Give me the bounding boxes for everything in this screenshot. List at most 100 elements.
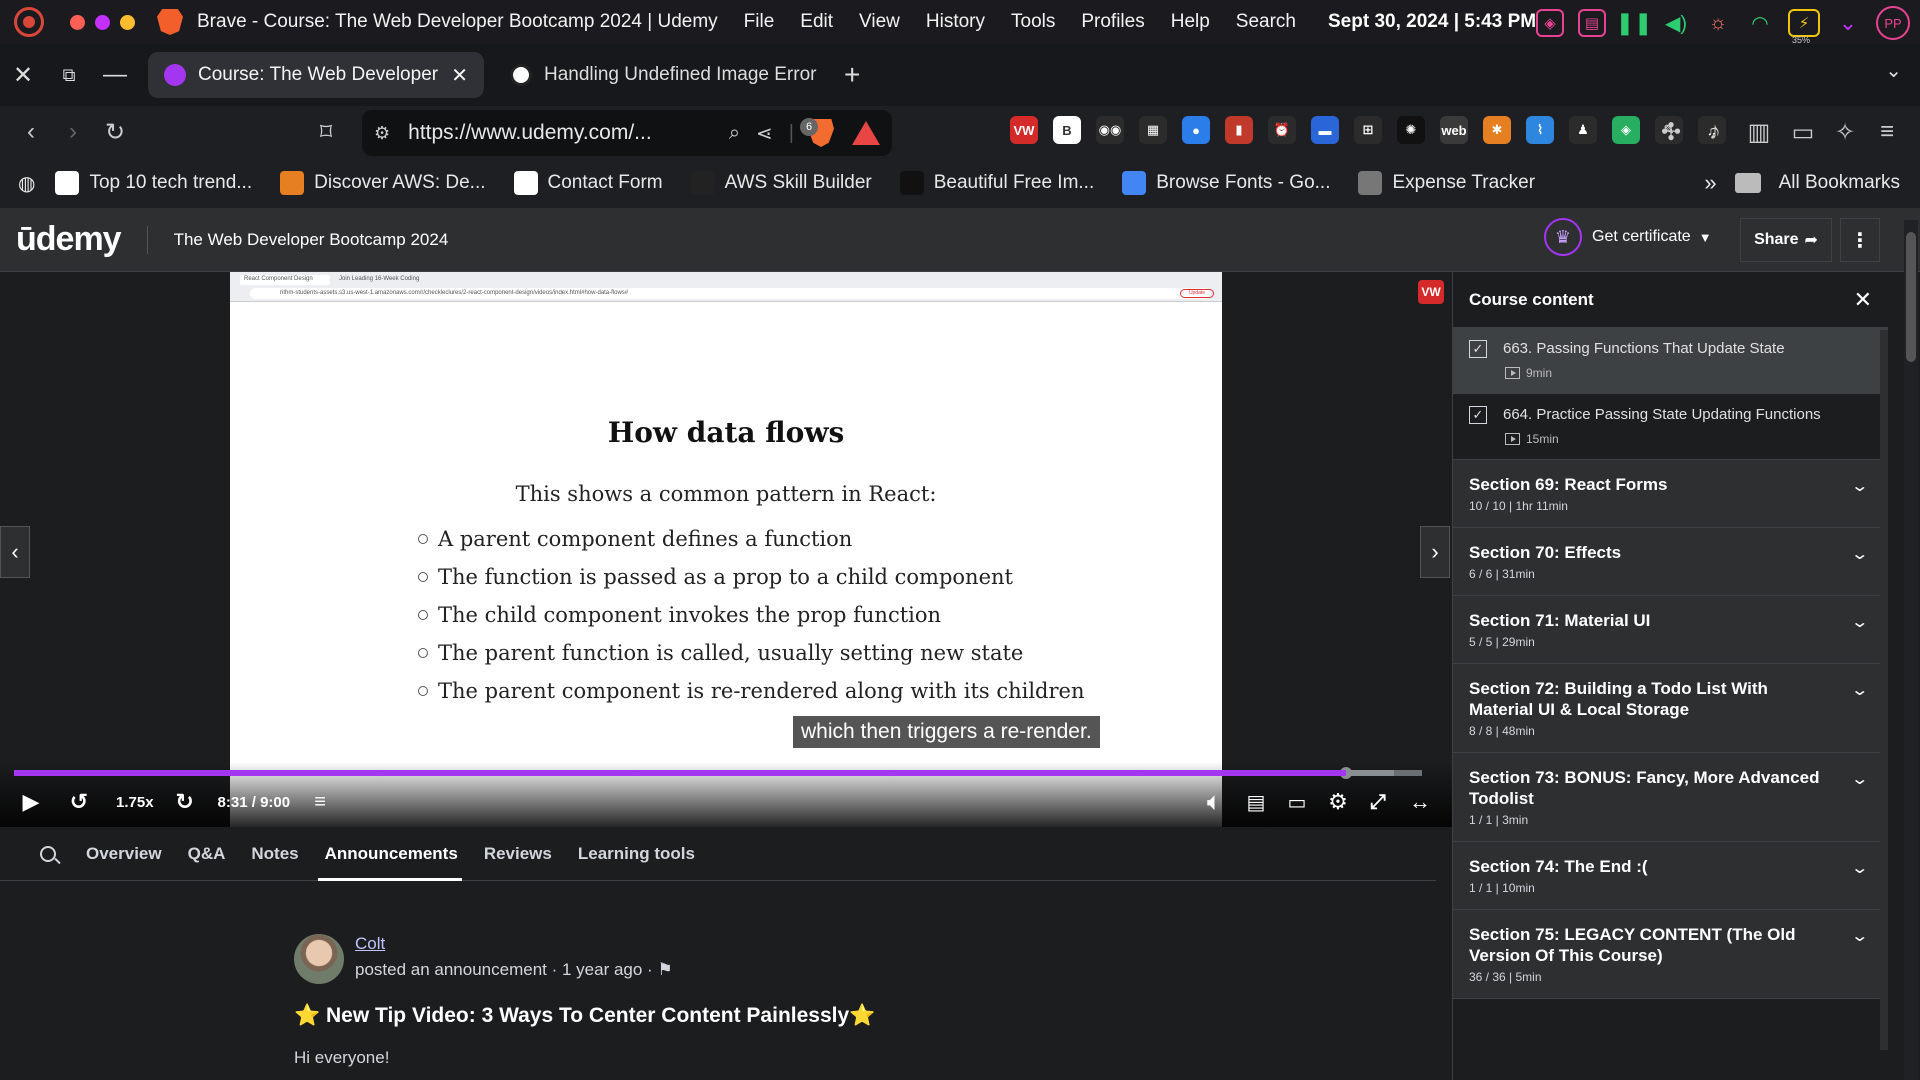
reload-button[interactable]: ↻	[94, 111, 136, 153]
progress-bar[interactable]	[14, 767, 1422, 779]
bookmark-item[interactable]: Contact Form	[513, 171, 663, 195]
tab-udemy-course[interactable]: Course: The Web Developer Bootcamp 2024 …	[148, 52, 484, 98]
search-icon[interactable]	[40, 845, 56, 862]
share-button[interactable]: Share ➦	[1740, 218, 1832, 262]
close-icon[interactable]: ✕	[1854, 287, 1872, 313]
web-icon[interactable]: web	[1440, 116, 1468, 144]
pause-status-icon[interactable]: ❚❚	[1616, 9, 1653, 37]
close-tab-icon[interactable]: ✕	[451, 63, 468, 88]
bookmark-page-icon[interactable]: ⌑	[305, 111, 347, 153]
captions-icon[interactable]: ▭	[1282, 784, 1312, 820]
b-icon[interactable]: B	[1053, 116, 1081, 144]
grid-icon[interactable]: ⊞	[1354, 116, 1382, 144]
section-item[interactable]: Section 72: Building a Todo List With Ma…	[1453, 664, 1888, 753]
author-link[interactable]: Colt	[355, 934, 385, 954]
expand-width-icon[interactable]: ↔	[1406, 784, 1434, 820]
sidebar-scrollbar[interactable]	[1880, 330, 1888, 1050]
globe-color-icon[interactable]: ●	[1182, 116, 1210, 144]
flag-icon[interactable]: ⚑	[657, 960, 672, 979]
previous-lecture-button[interactable]: ‹	[0, 526, 30, 578]
chevron-status-icon[interactable]: ⌄	[1834, 9, 1862, 37]
fullscreen-icon[interactable]: ⤢	[1364, 784, 1392, 820]
lecture-item[interactable]: ✓ 663. Passing Functions That Update Sta…	[1453, 328, 1888, 394]
all-bookmarks-link[interactable]: All Bookmarks	[1779, 172, 1900, 194]
course-title[interactable]: The Web Developer Bootcamp 2024	[174, 230, 449, 250]
section-item[interactable]: Section 75: LEGACY CONTENT (The Old Vers…	[1453, 910, 1888, 999]
calendar-icon[interactable]: ▬	[1311, 116, 1339, 144]
minimize-window-button[interactable]	[95, 14, 110, 30]
next-lecture-button[interactable]: ›	[1420, 526, 1450, 578]
calendar-status-icon[interactable]: ▤	[1578, 9, 1606, 37]
chevron-down-icon[interactable]: ⌄	[1850, 680, 1869, 700]
url-text[interactable]: https://www.udemy.com/...	[408, 121, 713, 145]
bookmark-item[interactable]: Beautiful Free Im...	[899, 171, 1094, 195]
bookmark-item[interactable]: Expense Tracker	[1358, 171, 1535, 195]
alarm-icon[interactable]: ⏰	[1268, 116, 1296, 144]
eye-green-icon[interactable]: ◈	[1612, 116, 1640, 144]
tab-qa[interactable]: Q&A	[188, 827, 226, 881]
profile-avatar[interactable]: PP	[1876, 6, 1910, 40]
get-certificate-button[interactable]: ♛ Get certificate ▼	[1544, 218, 1712, 256]
pinwheel-icon[interactable]: ✱	[1483, 116, 1511, 144]
section-item[interactable]: Section 71: Material UI 5 / 5 | 29min ⌄	[1453, 596, 1888, 664]
more-options-button[interactable]: ⋮	[1840, 218, 1880, 262]
menu-help[interactable]: Help	[1171, 11, 1210, 33]
vw-icon[interactable]: VW	[1010, 116, 1038, 144]
tab-announcements[interactable]: Announcements	[325, 827, 458, 881]
forward-button[interactable]: ›	[52, 111, 94, 153]
menu-tools[interactable]: Tools	[1011, 11, 1055, 33]
tab-notes[interactable]: Notes	[251, 827, 298, 881]
completed-checkbox[interactable]: ✓	[1469, 340, 1487, 358]
menu-view[interactable]: View	[859, 11, 900, 33]
playback-speed[interactable]: 1.75x	[116, 784, 154, 820]
glasses-icon[interactable]: ◉◉	[1096, 116, 1124, 144]
chevron-down-icon[interactable]: ⌄	[1850, 858, 1869, 878]
section-item[interactable]: Section 74: The End :(1 / 1 | 10min ⌄	[1453, 842, 1888, 910]
wallet-icon[interactable]: ▭	[1782, 111, 1824, 153]
scroll-thumb[interactable]	[1906, 232, 1916, 362]
minimize-icon[interactable]: —	[92, 52, 138, 98]
play-button[interactable]: ▶	[18, 784, 44, 820]
extensions-puzzle-icon[interactable]: ✣	[1650, 111, 1692, 153]
lecture-item[interactable]: ✓ 664. Practice Passing State Updating F…	[1453, 394, 1888, 460]
tab-reviews[interactable]: Reviews	[484, 827, 552, 881]
vw-extension-icon[interactable]: VW	[1418, 280, 1444, 304]
section-item[interactable]: Section 70: Effects 6 / 6 | 31min ⌄	[1453, 528, 1888, 596]
bookmark-item[interactable]: Browse Fonts - Go...	[1122, 171, 1330, 195]
chevron-down-icon[interactable]: ⌄	[1850, 769, 1869, 789]
back-button[interactable]: ‹	[10, 111, 52, 153]
section-item[interactable]: Section 69: React Forms 10 / 10 | 1hr 11m…	[1453, 460, 1888, 528]
settings-gear-icon[interactable]: ⚙	[1324, 784, 1352, 820]
menu-profiles[interactable]: Profiles	[1081, 11, 1144, 33]
system-logo-icon[interactable]	[14, 7, 44, 37]
openai-icon[interactable]: ✺	[1397, 116, 1425, 144]
rewind-5-icon[interactable]: ↺	[66, 784, 92, 820]
shield-status-icon[interactable]: ◈	[1536, 9, 1564, 37]
tab-overview-icon[interactable]: ⧉	[46, 52, 92, 98]
bookmark-item[interactable]: AWS Skill Builder	[690, 171, 872, 195]
forward-5-icon[interactable]: ↻	[172, 784, 198, 820]
media-icon[interactable]: ♪	[1694, 111, 1736, 153]
zoom-search-icon[interactable]: ⌕	[729, 122, 740, 145]
menu-history[interactable]: History	[926, 11, 985, 33]
new-tab-button[interactable]: +	[844, 59, 860, 91]
leo-ai-icon[interactable]: ✧	[1824, 111, 1866, 153]
brightness-status-icon[interactable]: ☼	[1704, 9, 1732, 37]
udemy-logo[interactable]: ūdemy	[16, 220, 122, 259]
volume-status-icon[interactable]: ◀)	[1662, 9, 1690, 37]
page-scrollbar[interactable]	[1904, 220, 1918, 1080]
section-item[interactable]: Section 73: BONUS: Fancy, More Advanced …	[1453, 753, 1888, 842]
globe-icon[interactable]: ◍	[18, 171, 35, 196]
book-icon[interactable]: ▮	[1225, 116, 1253, 144]
person-icon[interactable]: ♟	[1569, 116, 1597, 144]
zoom-window-button[interactable]	[120, 14, 135, 30]
volume-icon[interactable]: 🔈︎	[1198, 784, 1230, 820]
tab-learning-tools[interactable]: Learning tools	[578, 827, 695, 881]
brave-rewards-icon[interactable]	[852, 121, 880, 145]
menu-search[interactable]: Search	[1236, 11, 1296, 33]
completed-checkbox[interactable]: ✓	[1469, 406, 1487, 424]
menu-file[interactable]: File	[744, 11, 775, 33]
chevron-down-icon[interactable]: ⌄	[1850, 476, 1869, 496]
clipboard-icon[interactable]: ▦	[1139, 116, 1167, 144]
close-window-button[interactable]	[70, 14, 85, 30]
